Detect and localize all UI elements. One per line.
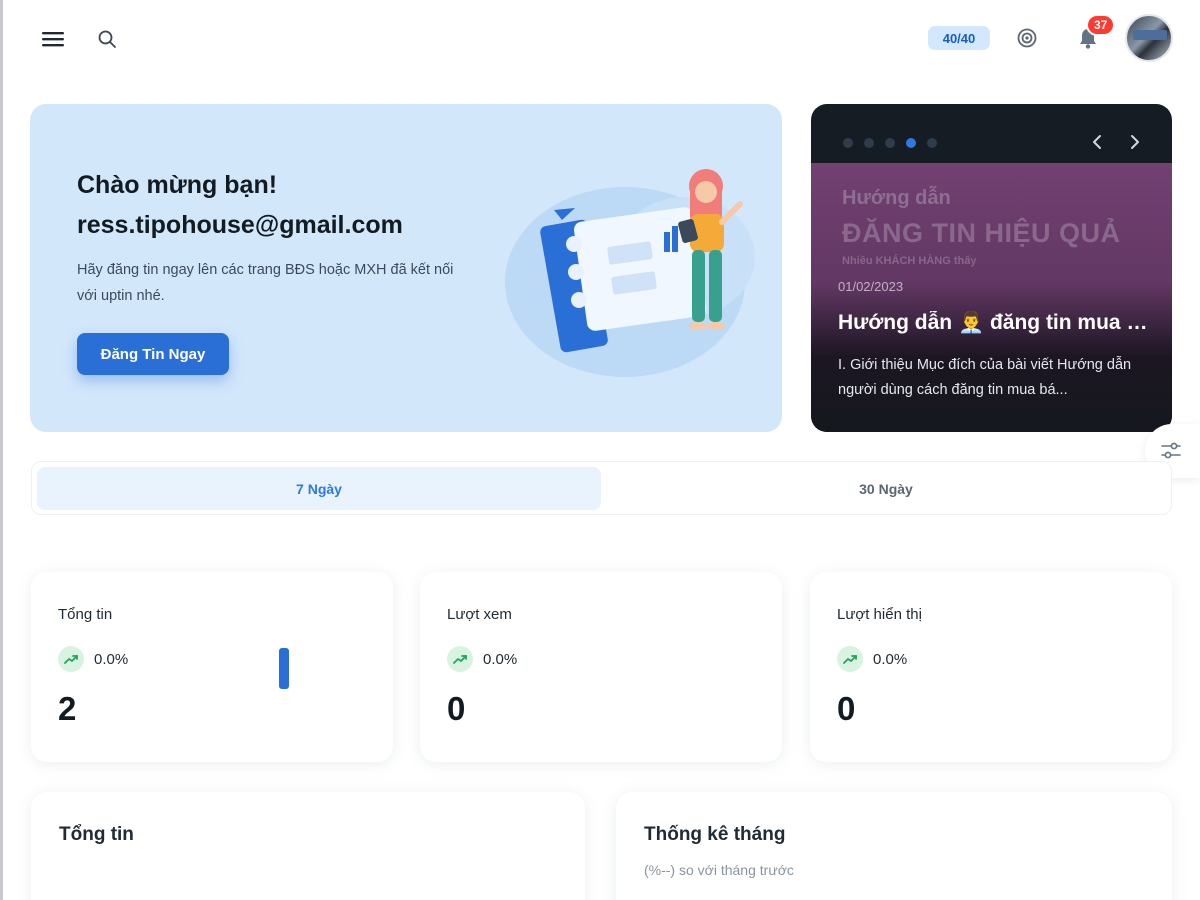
stat-percent: 0.0% (873, 650, 908, 668)
menu-button[interactable] (38, 24, 68, 54)
tab-30-days[interactable]: 30 Ngày (604, 467, 1168, 510)
slide-date: 01/02/2023 (838, 279, 904, 294)
stat-sparkline-bar (279, 648, 289, 689)
carousel-dot[interactable] (864, 138, 874, 148)
guide-carousel: Hướng dẫn ĐĂNG TIN HIỆU QUẢ Nhiều KHÁCH … (811, 104, 1172, 432)
slide-banner-line-1: Hướng dẫn (842, 187, 951, 209)
stat-card-total-posts: Tổng tin 0.0% 2 (31, 572, 393, 762)
stat-value: 0 (837, 690, 856, 727)
stat-value: 2 (58, 690, 77, 727)
stat-label: Lượt xem (447, 606, 512, 623)
carousel-slide[interactable]: Hướng dẫn ĐĂNG TIN HIỆU QUẢ Nhiều KHÁCH … (811, 163, 1172, 432)
welcome-description: Hãy đăng tin ngay lên các trang BĐS hoặc… (77, 262, 454, 304)
carousel-next-button[interactable] (1123, 130, 1147, 154)
menu-icon (42, 32, 64, 47)
stat-percent: 0.0% (483, 650, 518, 668)
stat-percent: 0.0% (94, 650, 129, 668)
window-left-border (0, 0, 3, 900)
settings-button[interactable] (1012, 23, 1042, 53)
search-button[interactable] (92, 24, 122, 54)
carousel-dot[interactable] (885, 138, 895, 148)
slide-banner-line-3: Nhiều KHÁCH HÀNG thấy (842, 255, 977, 267)
stat-value: 0 (447, 690, 466, 727)
trending-up-icon (58, 646, 84, 672)
settings-icon (1017, 28, 1037, 48)
chevron-left-icon (1093, 135, 1101, 149)
stat-trend: 0.0% (447, 646, 517, 672)
monthly-stats-panel: Thống kê tháng (%--) so với tháng trước (616, 792, 1172, 900)
carousel-dot[interactable] (843, 138, 853, 148)
notification-count-badge: 37 (1086, 14, 1116, 36)
carousel-prev-button[interactable] (1085, 130, 1109, 154)
tab-7-days[interactable]: 7 Ngày (37, 467, 601, 510)
carousel-dot[interactable] (906, 138, 916, 148)
trending-up-icon (447, 646, 473, 672)
total-posts-panel: Tổng tin (31, 792, 585, 900)
panel-title: Tổng tin (59, 824, 134, 845)
stat-trend: 0.0% (837, 646, 907, 672)
top-bar: 40/40 37 (0, 0, 1200, 80)
carousel-dots (843, 138, 937, 148)
period-tabs: 7 Ngày 30 Ngày (31, 461, 1172, 515)
panel-subtitle: (%--) so với tháng trước (644, 862, 794, 878)
user-avatar[interactable] (1125, 14, 1173, 62)
post-now-button[interactable]: Đăng Tin Ngay (77, 333, 229, 375)
sliders-icon (1161, 442, 1181, 459)
slide-title[interactable]: Hướng dẫn 👨‍💼 đăng tin mua bán (838, 311, 1158, 335)
slide-banner-line-2: ĐĂNG TIN HIỆU QUẢ (842, 218, 1121, 248)
panel-title: Thống kê tháng (644, 824, 786, 845)
trending-up-icon (837, 646, 863, 672)
slide-excerpt: I. Giới thiệu Mục đích của bài viết Hướn… (838, 357, 1132, 398)
post-quota-badge[interactable]: 40/40 (928, 26, 990, 50)
welcome-illustration (505, 169, 755, 377)
welcome-card: Chào mừng bạn! ress.tipohouse@gmail.com … (30, 104, 782, 432)
carousel-dot[interactable] (927, 138, 937, 148)
stat-card-impressions: Lượt hiển thị 0.0% 0 (810, 572, 1172, 762)
chevron-right-icon (1131, 135, 1139, 149)
stat-card-views: Lượt xem 0.0% 0 (420, 572, 782, 762)
welcome-greeting: Chào mừng bạn! (77, 171, 278, 199)
stat-trend: 0.0% (58, 646, 128, 672)
stat-label: Tổng tin (58, 606, 113, 623)
search-icon (98, 30, 116, 48)
stat-label: Lượt hiển thị (837, 606, 922, 623)
user-email: ress.tipohouse@gmail.com (77, 211, 403, 239)
avatar-logo-strip (1133, 30, 1167, 40)
